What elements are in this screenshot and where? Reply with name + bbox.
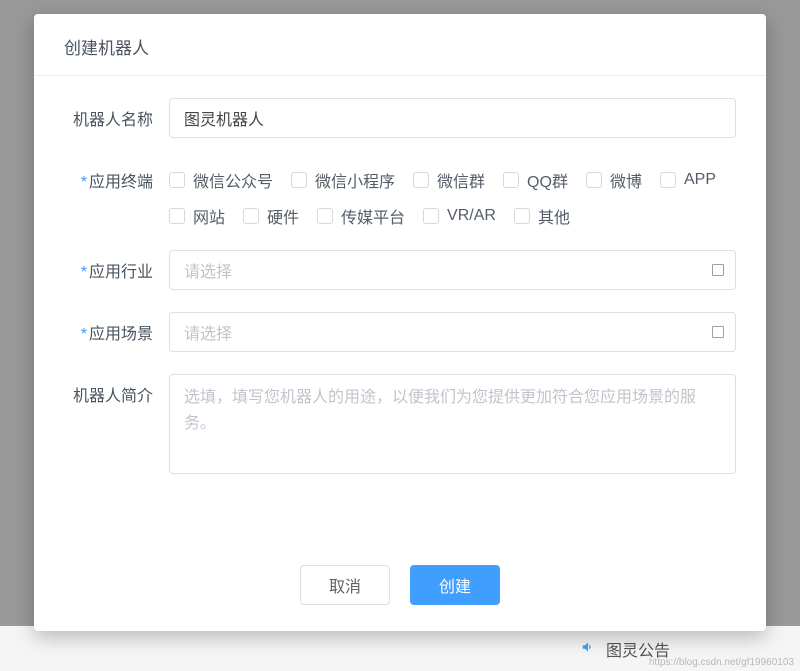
checkbox-wechat-group[interactable]: 微信群 [413, 168, 485, 192]
modal-header: 创建机器人 [34, 14, 766, 76]
checkbox-other[interactable]: 其他 [514, 204, 570, 228]
checkbox-vrar[interactable]: VR/AR [423, 204, 496, 228]
checkbox-website[interactable]: 网站 [169, 204, 225, 228]
checkbox-wechat-miniprogram[interactable]: 微信小程序 [291, 168, 395, 192]
scene-select-placeholder: 请选择 [169, 312, 736, 352]
intro-textarea[interactable] [169, 374, 736, 474]
industry-select[interactable]: 请选择 [169, 250, 736, 290]
modal-body: 机器人名称 *应用终端 微信公众号 微信小程序 微信群 QQ群 微博 APP 网… [34, 76, 766, 553]
checkbox-icon [514, 208, 530, 224]
checkbox-wechat-official[interactable]: 微信公众号 [169, 168, 273, 192]
robot-name-input[interactable] [169, 98, 736, 138]
cancel-button[interactable]: 取消 [300, 565, 390, 605]
checkbox-weibo[interactable]: 微博 [586, 168, 642, 192]
checkbox-hardware[interactable]: 硬件 [243, 204, 299, 228]
form-row-scene: *应用场景 请选择 [64, 312, 736, 352]
create-robot-modal: 创建机器人 机器人名称 *应用终端 微信公众号 微信小程序 微信群 QQ群 微博… [34, 14, 766, 631]
label-terminal: *应用终端 [64, 160, 169, 192]
checkbox-icon [291, 172, 307, 188]
form-row-intro: 机器人简介 [64, 374, 736, 479]
watermark: https://blog.csdn.net/gf19960103 [649, 657, 794, 668]
form-row-terminal: *应用终端 微信公众号 微信小程序 微信群 QQ群 微博 APP 网站 硬件 传… [64, 160, 736, 228]
checkbox-icon [503, 172, 519, 188]
select-marker-icon [712, 264, 724, 276]
label-intro: 机器人简介 [64, 374, 169, 406]
label-scene: *应用场景 [64, 312, 169, 344]
checkbox-qq-group[interactable]: QQ群 [503, 168, 568, 192]
checkbox-icon [169, 172, 185, 188]
checkbox-media-platform[interactable]: 传媒平台 [317, 204, 405, 228]
terminal-checkbox-group: 微信公众号 微信小程序 微信群 QQ群 微博 APP 网站 硬件 传媒平台 VR… [169, 160, 736, 228]
checkbox-app[interactable]: APP [660, 168, 716, 192]
label-industry: *应用行业 [64, 250, 169, 282]
label-name: 机器人名称 [64, 98, 169, 130]
speaker-icon [580, 640, 596, 658]
modal-title: 创建机器人 [64, 34, 736, 59]
checkbox-icon [586, 172, 602, 188]
checkbox-icon [660, 172, 676, 188]
select-marker-icon [712, 326, 724, 338]
checkbox-icon [317, 208, 333, 224]
form-row-industry: *应用行业 请选择 [64, 250, 736, 290]
checkbox-icon [243, 208, 259, 224]
checkbox-icon [423, 208, 439, 224]
form-row-name: 机器人名称 [64, 98, 736, 138]
modal-footer: 取消 创建 [34, 553, 766, 631]
create-button[interactable]: 创建 [410, 565, 500, 605]
checkbox-icon [169, 208, 185, 224]
scene-select[interactable]: 请选择 [169, 312, 736, 352]
industry-select-placeholder: 请选择 [169, 250, 736, 290]
checkbox-icon [413, 172, 429, 188]
